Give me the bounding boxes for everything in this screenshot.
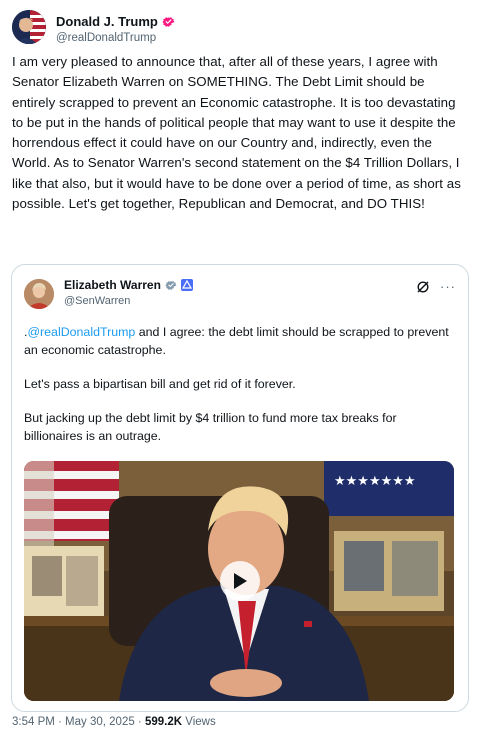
tweet-header: Donald J. Trump @realDonaldTrump	[12, 10, 467, 50]
verified-badge-icon	[165, 280, 177, 290]
more-icon[interactable]: ···	[440, 279, 456, 294]
government-badge-icon	[180, 279, 193, 291]
quoted-paragraph-3: But jacking up the debt limit by $4 tril…	[24, 411, 397, 443]
quoted-paragraph-2: Let's pass a bipartisan bill and get rid…	[24, 377, 296, 391]
views-count: 599.2K	[144, 716, 183, 728]
quoted-author-handle[interactable]: @SenWarren	[64, 295, 130, 307]
quoted-author-name[interactable]: Elizabeth Warren	[64, 278, 161, 292]
verified-badge-icon	[162, 17, 175, 27]
quoted-tweet[interactable]: Elizabeth Warren @SenWarren ··· .@realDo…	[11, 264, 469, 712]
author-handle[interactable]: @realDonaldTrump	[56, 32, 156, 44]
video-player[interactable]: ★★★★★★★	[24, 461, 454, 701]
views-label: Views	[182, 716, 216, 728]
quoted-paragraph-1: .@realDonaldTrump and I agree: the debt …	[24, 325, 449, 357]
tweet-footer: 3:54 PM · May 30, 2025 · 599.2K Views	[12, 716, 216, 728]
grok-icon[interactable]	[416, 280, 430, 294]
author-name[interactable]: Donald J. Trump	[56, 14, 158, 29]
mention-link[interactable]: @realDonaldTrump	[27, 325, 135, 339]
svg-text:★★★★★★★: ★★★★★★★	[334, 474, 416, 489]
tweet-text: I am very pleased to announce that, afte…	[12, 54, 461, 212]
avatar[interactable]	[12, 10, 46, 44]
quoted-text: .@realDonaldTrump and I agree: the debt …	[24, 323, 454, 461]
timestamp[interactable]: 3:54 PM · May 30, 2025 ·	[12, 716, 145, 728]
play-icon[interactable]	[220, 561, 260, 601]
quoted-avatar[interactable]	[24, 279, 54, 309]
